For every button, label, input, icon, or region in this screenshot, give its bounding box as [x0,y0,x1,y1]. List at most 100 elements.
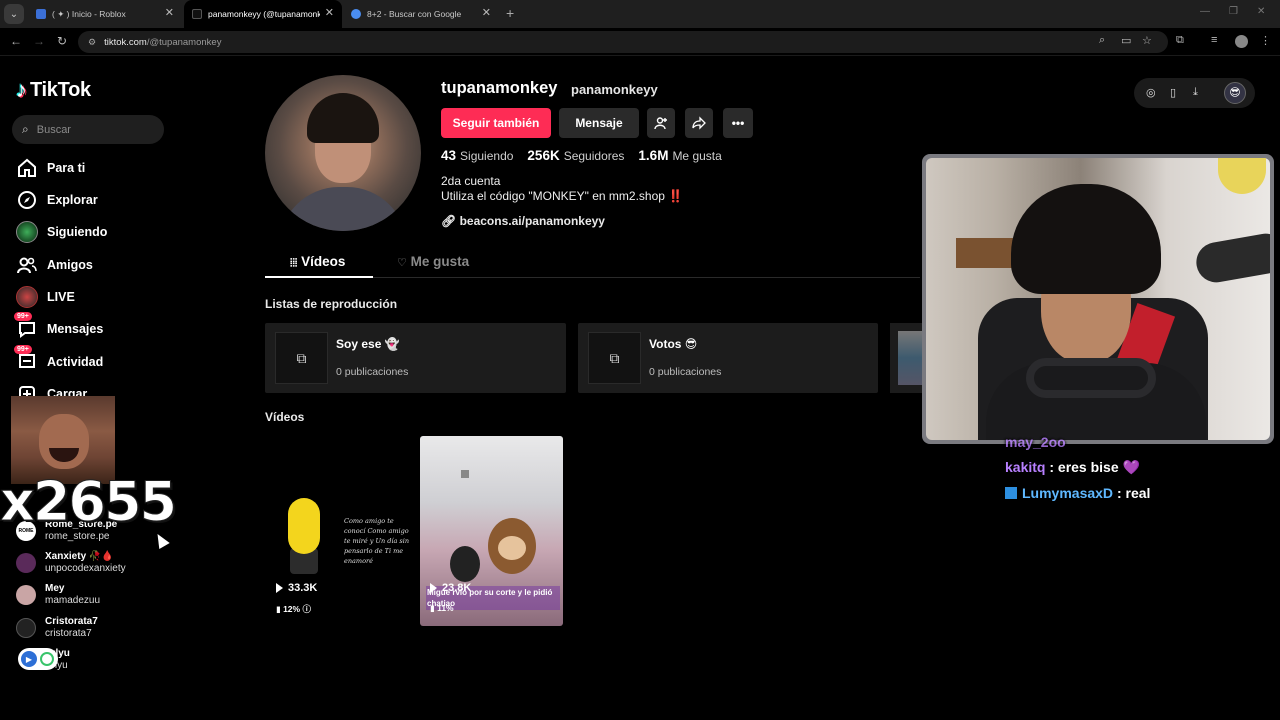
new-tab-icon[interactable]: + [506,5,514,21]
stream-counter-overlay: x2655 [0,470,178,534]
messages-icon: 99+ [14,312,38,340]
add-friend-button[interactable] [647,108,675,138]
playlists-heading: Listas de reproducción [265,297,398,311]
forward-icon[interactable]: → [33,34,45,48]
close-icon[interactable]: ✕ [165,8,174,19]
download-icon[interactable]: ⤓ [1193,86,1198,99]
playlist-card-partial[interactable] [890,323,922,393]
account-name: Cristorata7 [45,616,98,627]
top-right-actions: ◎ ▯ ⤓ 😎 [1134,78,1255,108]
following-avatar-icon [16,221,38,243]
back-icon[interactable]: ← [10,34,22,48]
zoom-icon[interactable]: ⌕ [1099,34,1105,47]
search-input[interactable] [36,123,152,136]
video-stat: ▮ 11% [430,603,454,613]
chat-username: kakitq [1005,459,1046,475]
profile-link[interactable]: 🔗︎ beacons.ai/panamonkeyy [441,214,605,228]
sidebar-item-para-ti[interactable]: Para ti [16,157,85,179]
profile-nickname: panamonkeyy [571,82,658,97]
tab-videos[interactable]: ⦙⦙⦙ Vídeos [290,254,345,270]
search-icon: ⌕ [22,122,29,136]
following-account[interactable]: Xanxiety 🥀🩸 unpocodexanxiety [16,551,126,575]
search-box[interactable]: ⌕ [12,115,164,144]
video-thumbnail[interactable]: Como amigo te conocí Como amigo te miré … [266,436,409,626]
chat-username: may_2oo [1005,434,1066,450]
notification-badge: 99+ [14,312,32,321]
more-icon: ••• [731,116,745,130]
video-thumbnail[interactable]: Migue rvió por su corte y le pidió chati… [420,436,563,626]
browser-tab-roblox[interactable]: ( ✦ ) Inicio - Roblox ✕ [28,0,182,28]
playlist-icon: ⧉ [588,332,641,384]
video-views: 33.3K [276,582,317,594]
sidebar-item-actividad[interactable]: 99+ Actividad [14,345,103,373]
chat-message: kakitq : eres bise 💜 [1005,459,1140,476]
account-handle: mamadezuu [45,595,101,606]
close-icon[interactable]: ✕ [482,8,491,19]
video-views: 23.8K [430,582,471,594]
sidebar-item-live[interactable]: LIVE [16,286,75,308]
playlist-card[interactable]: ⧉ Soy ese 👻 0 publicaciones [265,323,566,393]
browser-tab-google[interactable]: 8+2 - Buscar con Google ✕ [343,0,499,28]
minimize-icon[interactable]: — [1200,6,1210,17]
tab-likes[interactable]: ♡ Me gusta [397,254,469,269]
profile-bio-line: 2da cuenta [441,174,501,188]
followers-label: Seguidores [563,149,625,163]
profile-bio-line: Utiliza el código "MONKEY" en mm2.shop ‼… [441,189,684,203]
profile-username: tupanamonkey [441,79,558,97]
following-account[interactable]: Mey mamadezuu [16,583,100,607]
site-info-icon[interactable]: ⚙ [88,37,96,48]
share-button[interactable] [685,108,713,138]
more-options-button[interactable]: ••• [723,108,753,138]
browser-toolbar: ← → ↻ ⚙ tiktok.com/@tupanamonkey ⌕ ▭ ☆ ⧉… [0,28,1280,56]
account-name: Xanxiety 🥀🩸 [45,551,114,562]
sidebar-item-amigos[interactable]: Amigos [16,254,93,276]
extensions-icon[interactable]: ⧉ [1176,34,1184,47]
likes-label: Me gusta [672,149,722,163]
playlist-card[interactable]: ⧉ Votos 😎 0 publicaciones [578,323,878,393]
close-icon[interactable]: ✕ [325,8,334,19]
obs-overlay-widget: ▶ [18,648,58,670]
bookmark-star-icon[interactable]: ☆ [1142,34,1152,47]
compass-small-icon[interactable]: ◎ [1146,86,1156,99]
share-icon [692,116,706,130]
address-bar[interactable]: ⚙ tiktok.com/@tupanamonkey [78,31,1168,53]
browser-tab-tiktok[interactable]: panamonkeyy (@tupanamonkey ✕ [184,0,342,28]
mobile-app-icon[interactable]: ▯ [1170,86,1176,99]
sidebar-item-mensajes[interactable]: 99+ Mensajes [14,312,104,340]
compass-icon [16,189,38,211]
tiktok-logo[interactable]: ♪ TikTok [16,77,91,103]
browser-menu-icon[interactable]: ⋮ [1260,34,1271,47]
user-avatar[interactable]: 😎 [1224,82,1246,104]
sidebar-item-label: Mensajes [47,322,104,336]
window-close-icon[interactable]: ✕ [1257,6,1265,17]
sidebar-item-siguiendo[interactable]: Siguiendo [16,221,107,243]
avatar [16,585,36,605]
chat-text: : eres bise 💜 [1049,459,1140,475]
chat-text: : real [1116,485,1151,501]
heart-icon: ♡ [397,257,407,269]
message-button[interactable]: Mensaje [559,108,639,138]
add-user-icon [654,117,667,130]
follow-back-button[interactable]: Seguir también [441,108,551,138]
profile-avatar[interactable] [265,75,421,231]
sidebar-item-label: Para ti [47,161,86,175]
reload-icon[interactable]: ↻ [57,34,67,48]
tab-title: panamonkeyy (@tupanamonkey [208,9,320,19]
reading-list-icon[interactable]: ≡ [1211,34,1217,46]
tab-title: 8+2 - Buscar con Google [367,9,462,19]
sidebar-item-explorar[interactable]: Explorar [16,189,98,211]
google-favicon-icon [351,9,361,19]
following-account[interactable]: Cristorata7 cristorata7 [16,616,98,640]
cast-icon[interactable]: ▭ [1121,34,1131,47]
notification-badge: 99+ [14,345,32,354]
tab-search-menu-button[interactable]: ⌄ [4,4,24,24]
chat-message: LumymasaxD : real [1005,485,1150,501]
url-path: /@tupanamonkey [146,36,222,48]
url-host: tiktok.com [104,36,147,48]
browser-profile-avatar[interactable] [1235,35,1248,48]
playlist-count: 0 publicaciones [649,366,722,378]
play-icon [430,583,437,593]
profile-tabs: ⦙⦙⦙ Vídeos ♡ Me gusta [265,250,920,278]
link-icon: 🔗︎ [441,214,457,228]
maximize-icon[interactable]: ❐ [1229,6,1238,17]
